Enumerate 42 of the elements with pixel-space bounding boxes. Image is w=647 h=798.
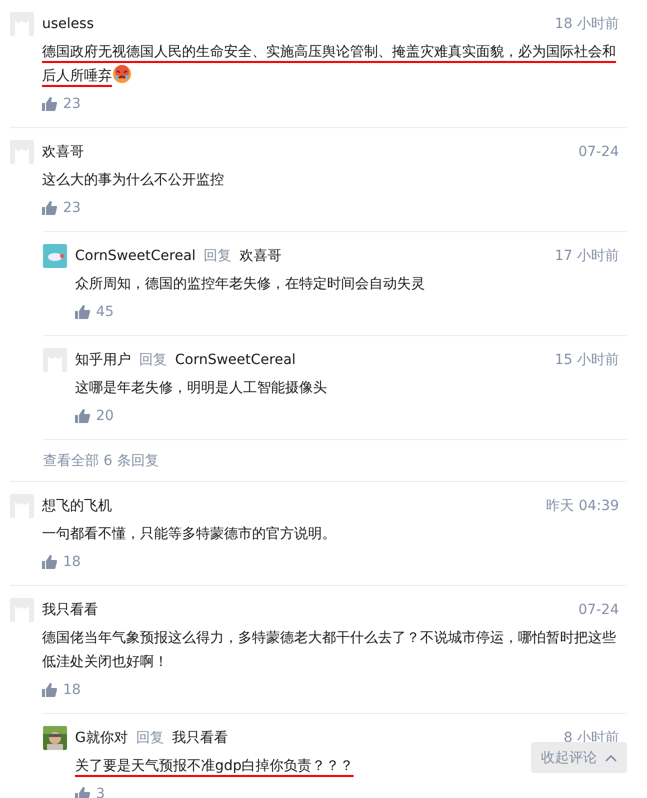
comment-text: 这哪是年老失修，明明是人工智能摄像头	[75, 379, 327, 398]
comment-text: 德国政府无视德国人民的生命安全、实施高压舆论管制、掩盖灾难真实面貌，必为国际社会和后人所唾弃	[42, 43, 617, 86]
reply-target-name[interactable]: CornSweetCereal	[175, 352, 296, 368]
thumbs-up-icon[interactable]	[42, 201, 57, 215]
comment-time: 07-24	[578, 144, 619, 160]
chevron-up-icon	[605, 754, 617, 762]
like-count: 18	[63, 554, 81, 570]
like-count: 45	[96, 304, 114, 320]
like-count: 3	[96, 786, 105, 798]
thumbs-up-icon[interactable]	[42, 555, 57, 569]
comment-text: 众所周知，德国的监控年老失修，在特定时间会自动失灵	[75, 275, 425, 294]
like-count: 23	[63, 200, 81, 216]
author-name[interactable]: CornSweetCereal	[75, 248, 196, 264]
reply-label: 回复	[204, 247, 232, 265]
reply-target-name[interactable]: 我只看看	[172, 729, 228, 747]
comment-text: 这么大的事为什么不公开监控	[42, 171, 224, 190]
reply-label: 回复	[139, 351, 167, 369]
thumbs-up-icon[interactable]	[75, 409, 90, 423]
thumbs-up-icon[interactable]	[42, 683, 57, 697]
comment-time: 17 小时前	[554, 247, 619, 265]
comment-time: 18 小时前	[554, 15, 619, 33]
comment-time: 昨天 04:39	[546, 497, 619, 515]
thumbs-up-icon[interactable]	[75, 787, 90, 798]
author-name[interactable]: 我只看看	[42, 601, 98, 619]
like-count: 23	[63, 96, 81, 112]
comment-text: 关了要是天气预报不准gdp白掉你负责？？？	[75, 757, 354, 776]
thumbs-up-icon[interactable]	[75, 305, 90, 319]
comment-time: 15 小时前	[554, 351, 619, 369]
like-count: 18	[63, 682, 81, 698]
comment-text: 一句都看不懂，只能等多特蒙德市的官方说明。	[42, 525, 336, 544]
author-name[interactable]: 欢喜哥	[42, 143, 84, 161]
thumbs-up-icon[interactable]	[42, 97, 57, 111]
avatar[interactable]	[43, 244, 67, 268]
reply-target-name[interactable]: 欢喜哥	[240, 247, 282, 265]
reply-label: 回复	[136, 729, 164, 747]
comment-text: 德国佬当年气象预报这么得力，多特蒙德老大都干什么去了？不说城市停运，哪怕暂时把这些低洼处关闭也好啊！	[42, 629, 617, 672]
author-name[interactable]: 想飞的飞机	[42, 497, 112, 515]
author-name[interactable]: G就你对	[75, 729, 128, 747]
comment-time: 07-24	[578, 602, 619, 618]
author-name[interactable]: useless	[42, 16, 94, 32]
author-name[interactable]: 知乎用户	[75, 351, 131, 369]
like-count: 20	[96, 408, 114, 424]
